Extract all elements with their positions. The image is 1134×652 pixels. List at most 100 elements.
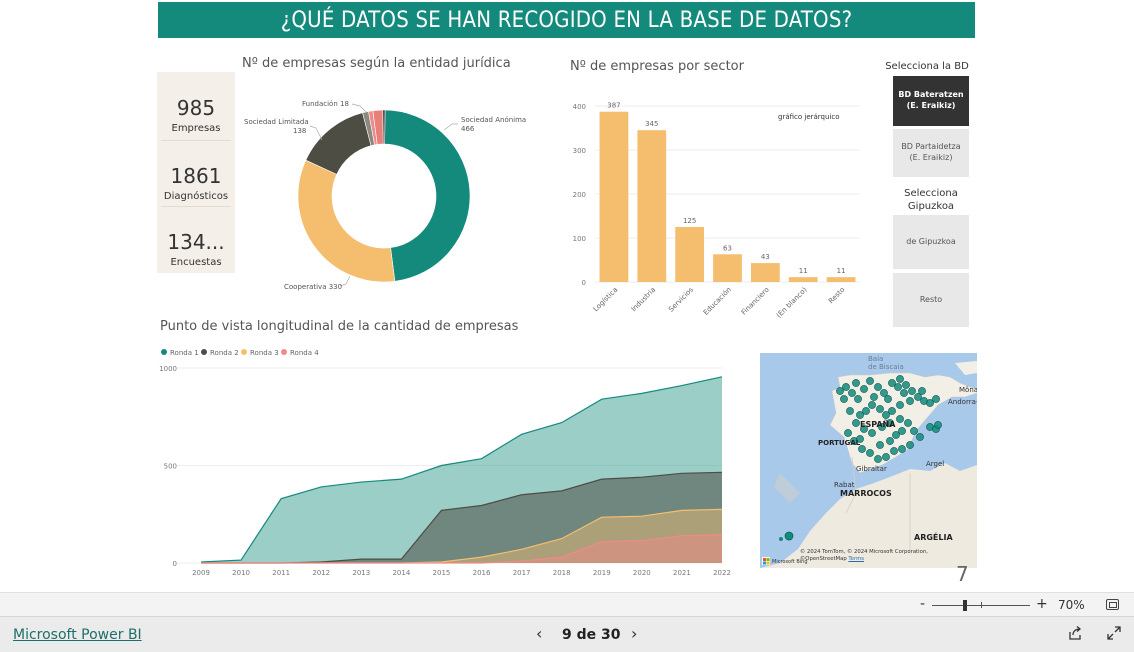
- map-marker[interactable]: [876, 441, 884, 449]
- zoom-slider-thumb[interactable]: [963, 600, 967, 611]
- map-marker[interactable]: [902, 381, 910, 389]
- power-bi-brand-link[interactable]: Microsoft Power BI: [13, 627, 142, 643]
- donut-chart-title: Nº de empresas según la entidad jurídica: [242, 56, 511, 71]
- map-marker[interactable]: [844, 429, 852, 437]
- map-label-espana: ESPAÑA: [860, 419, 896, 429]
- map-marker[interactable]: [874, 455, 882, 463]
- bar-x-tick-label: Servicios: [667, 286, 695, 314]
- map-marker[interactable]: [908, 387, 916, 395]
- map-marker[interactable]: [868, 429, 876, 437]
- map-marker[interactable]: [884, 395, 892, 403]
- map-terms-link[interactable]: Terms: [848, 556, 864, 562]
- next-page-button[interactable]: ›: [631, 624, 637, 643]
- map-marker[interactable]: [894, 383, 902, 391]
- map-marker[interactable]: [852, 379, 860, 387]
- map-marker[interactable]: [882, 411, 890, 419]
- map-marker[interactable]: [886, 437, 894, 445]
- map-marker[interactable]: [910, 427, 918, 435]
- expand-icon[interactable]: [1106, 625, 1122, 641]
- slicer-option-gipuzkoa[interactable]: de Gipuzkoa: [893, 215, 969, 269]
- bar-chart-title: Nº de empresas por sector: [570, 59, 744, 74]
- map-label-rabat: Rabat: [834, 481, 855, 489]
- map-marker[interactable]: [916, 433, 924, 441]
- map-marker[interactable]: [904, 419, 912, 427]
- donut-label-value: 466: [461, 125, 475, 133]
- map-marker[interactable]: [898, 427, 906, 435]
- map-marker[interactable]: [866, 377, 874, 385]
- slicer-option-bateratzen[interactable]: BD Bateratzen (E. Eraikiz): [893, 76, 969, 126]
- donut-chart[interactable]: Sociedad Anónima466 Cooperativa 330 Socied…: [240, 78, 540, 298]
- map-marker[interactable]: [896, 401, 904, 409]
- map-marker[interactable]: [918, 387, 926, 395]
- donut-slice[interactable]: [382, 109, 386, 145]
- share-icon[interactable]: [1067, 625, 1083, 641]
- map-marker[interactable]: [900, 389, 908, 397]
- fit-to-page-icon[interactable]: [1106, 599, 1119, 610]
- map-marker[interactable]: [896, 375, 904, 383]
- zoom-level: 70%: [1058, 598, 1085, 612]
- map-marker[interactable]: [932, 395, 940, 403]
- bar-financiero[interactable]: [750, 263, 780, 282]
- previous-page-button[interactable]: ‹: [536, 624, 542, 643]
- kpi-divider: [161, 140, 231, 141]
- kpi-encuestas[interactable]: 134... Encuestas: [157, 230, 235, 268]
- map-marker[interactable]: [876, 405, 884, 413]
- area-chart[interactable]: 0 500 1000 2009 2010 2011 2012 2013 2014 2015 2016…: [155, 342, 745, 582]
- map-marker[interactable]: [848, 389, 856, 397]
- slicer-option-resto[interactable]: Resto: [893, 273, 969, 327]
- map-marker[interactable]: [890, 447, 898, 455]
- map-marker[interactable]: [836, 387, 844, 395]
- map-marker[interactable]: [856, 411, 864, 419]
- map-marker[interactable]: [874, 383, 882, 391]
- map-marker[interactable]: [846, 407, 854, 415]
- map-marker[interactable]: [882, 453, 890, 461]
- bar-logística[interactable]: [599, 111, 629, 282]
- map-marker[interactable]: [870, 393, 878, 401]
- kpi-empresas[interactable]: 985 Empresas: [157, 96, 235, 134]
- donut-leader-line[interactable]: [443, 123, 458, 131]
- legend-marker-ronda-1[interactable]: [161, 349, 167, 355]
- slicer-option-partaidetza[interactable]: BD Partaidetza (E. Eraikiz): [893, 129, 969, 177]
- legend-marker-ronda-2[interactable]: [201, 349, 207, 355]
- map-marker[interactable]: [840, 395, 848, 403]
- map-marker[interactable]: [866, 449, 874, 457]
- zoom-out-button[interactable]: -: [920, 596, 925, 612]
- bar-servicios[interactable]: [675, 227, 705, 282]
- map-marker[interactable]: [868, 401, 876, 409]
- map-marker[interactable]: [898, 445, 906, 453]
- bar-y-tick: 400: [573, 103, 586, 111]
- bar-data-label: 125: [683, 217, 696, 225]
- area-x-tick: 2020: [633, 569, 651, 577]
- bar-educación[interactable]: [713, 254, 742, 282]
- map-marker[interactable]: [860, 385, 868, 393]
- map-visual[interactable]: Baia de Biscaia Môna Andorra-a-Vella ESP…: [760, 353, 977, 568]
- zoom-in-button[interactable]: +: [1036, 596, 1048, 612]
- legend-label: Ronda 2: [210, 349, 239, 357]
- legend-marker-ronda-4[interactable]: [281, 349, 287, 355]
- bar-industria[interactable]: [637, 130, 667, 282]
- legend-label: Ronda 1: [170, 349, 199, 357]
- map-marker[interactable]: [896, 415, 904, 423]
- map-marker[interactable]: [906, 441, 914, 449]
- bar-(en blanco)[interactable]: [788, 277, 818, 282]
- map-canvas[interactable]: Baia de Biscaia Môna Andorra-a-Vella ESP…: [760, 353, 977, 568]
- map-marker[interactable]: [852, 419, 860, 427]
- map-marker[interactable]: [934, 421, 942, 429]
- report-banner-title: ¿QUÉ DATOS SE HAN RECOGIDO EN LA BASE DE…: [158, 2, 975, 38]
- bar-resto[interactable]: [826, 277, 856, 282]
- area-x-tick: 2019: [593, 569, 611, 577]
- donut-slice[interactable]: [297, 159, 396, 283]
- donut-leader-line[interactable]: [351, 103, 367, 113]
- donut-label-text: Cooperativa 330: [284, 283, 342, 291]
- bar-x-tick-label: Financiero: [740, 286, 771, 317]
- legend-marker-ronda-3[interactable]: [241, 349, 247, 355]
- map-marker[interactable]: [854, 395, 862, 403]
- area-y-tick: 500: [164, 463, 177, 471]
- zoom-slider-tick: [981, 602, 982, 608]
- map-attribution: © 2024 TomTom, © 2024 Microsoft Corporat…: [800, 549, 928, 563]
- area-x-tick: 2013: [352, 569, 370, 577]
- kpi-diagnosticos[interactable]: 1861 Diagnósticos: [157, 164, 235, 202]
- donut-slice[interactable]: [384, 109, 471, 282]
- map-marker[interactable]: [906, 397, 914, 405]
- bar-chart[interactable]: 0 100 200 300 400 387 Logística 345 Industria 125…: [560, 92, 870, 320]
